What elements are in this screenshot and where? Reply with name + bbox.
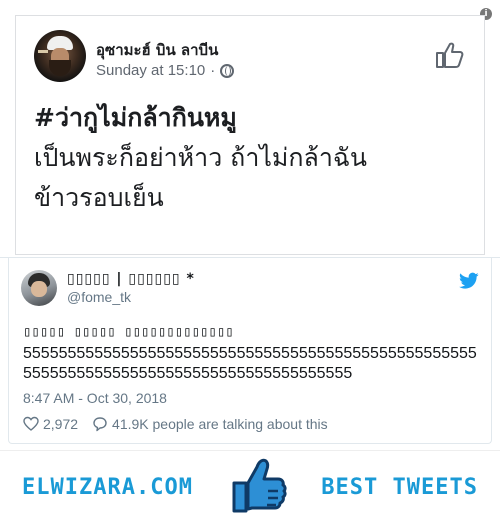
tweet-timestamp[interactable]: 8:47 AM - Oct 30, 2018 (23, 390, 167, 406)
meta-separator: · (210, 62, 216, 79)
globe-icon (220, 63, 235, 78)
like-count[interactable]: 2,972 (43, 416, 78, 432)
tweet-unrendered-text: ▯▯▯▯▯ ▯▯▯▯▯ ▯▯▯▯▯▯▯▯▯▯▯▯▯ (23, 324, 234, 340)
facebook-timestamp[interactable]: Sunday at 15:10 (96, 62, 205, 79)
facebook-post-text: #ว่ากูไม่กล้ากินหมู เป็นพระก็อย่าห้าว ถ้… (34, 98, 474, 218)
facebook-text-line: ข้าวรอบเย็น (34, 183, 164, 212)
facebook-text-line: เป็นพระก็อย่าห้าว ถ้าไม่กล้าฉัน (34, 143, 368, 172)
thumb-outline-icon[interactable] (434, 40, 464, 70)
site-brand[interactable]: ELWIZARA.COM (22, 475, 193, 500)
bubble-icon[interactable] (92, 416, 108, 432)
facebook-author-name[interactable]: อุซามะฮ์ บิน ลาบีน (96, 38, 218, 62)
facebook-hashtag[interactable]: #ว่ากูไม่กล้ากินหมู (34, 98, 474, 138)
facebook-avatar[interactable] (34, 30, 86, 82)
tweet-handle[interactable]: @fome_tk (67, 289, 131, 305)
tweet-display-name[interactable]: ▯▯▯▯▯ | ▯▯▯▯▯▯ * (67, 271, 195, 287)
tweet-text: 5555555555555555555555555555555555555555… (23, 345, 477, 382)
talking-count[interactable]: 41.9K people are talking about this (112, 416, 328, 432)
tagline: BEST TWEETS (321, 475, 478, 500)
tweet-avatar[interactable] (21, 270, 57, 306)
tweet-card: ▯▯▯▯▯ | ▯▯▯▯▯▯ * @fome_tk ▯▯▯▯▯ ▯▯▯▯▯ ▯▯… (8, 258, 492, 444)
thumbs-up-icon (232, 458, 287, 513)
twitter-bird-icon[interactable] (459, 272, 479, 290)
facebook-post-card: อุซามะฮ์ บิน ลาบีน Sunday at 15:10 · #ว่… (15, 15, 485, 255)
facebook-post-meta: Sunday at 15:10 · (96, 62, 235, 79)
branding-footer: ELWIZARA.COM BEST TWEETS (0, 450, 500, 522)
heart-icon[interactable] (23, 416, 39, 432)
tweet-actions: 2,972 41.9K people are talking about thi… (23, 416, 328, 432)
